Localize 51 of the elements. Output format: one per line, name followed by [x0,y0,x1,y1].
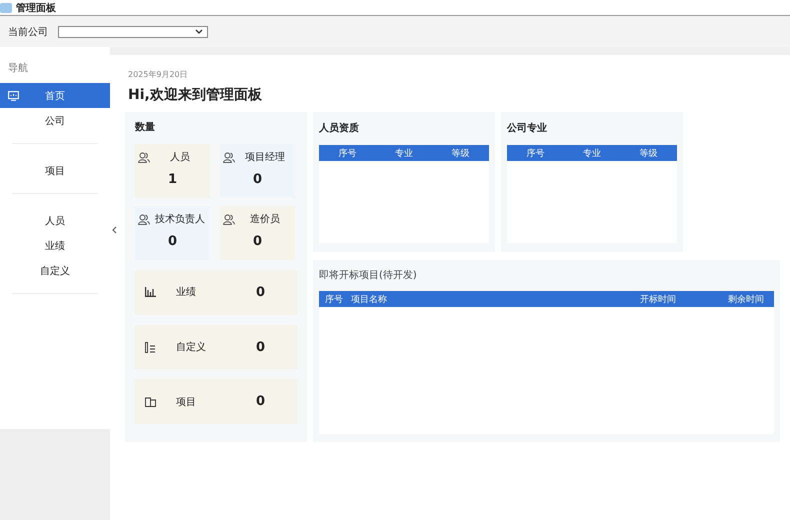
column-header: 等级 [450,148,471,160]
summary-label: 项目 [176,396,197,409]
nav-item[interactable]: 公司 [0,108,110,133]
card-title: 即将开标项目(待开发) [319,268,418,282]
stat-label: 造价员 [249,212,281,226]
stat-label: 人员 [169,151,191,164]
stat-value: 0 [166,234,178,249]
monitor-icon [8,91,19,101]
people-icon [138,152,150,162]
nav-item[interactable]: 项目 [0,158,110,183]
bar-chart-icon [145,287,156,298]
people-icon [223,152,235,162]
stat-label: 技术负责人 [154,212,206,226]
people-icon [138,214,150,224]
book-icon [145,396,156,407]
summary-value: 0 [256,340,266,354]
card-title: 人员资质 [319,122,360,135]
column-header: 项目名称 [351,294,388,306]
greeting-title: Hi,欢迎来到管理面板 [128,86,263,104]
window-title: 管理面板 [16,2,56,14]
column-header: 开标时间 [640,294,677,306]
column-header: 剩余时间 [728,294,765,306]
nav-heading: 导航 [7,62,29,76]
app-icon [0,2,12,12]
collapse-icon[interactable] [112,226,116,234]
nav-item[interactable]: 首页 [0,83,110,108]
nav-item[interactable]: 业绩 [0,233,110,258]
card-title: 数量 [135,120,156,134]
company-dropdown[interactable] [58,26,208,38]
column-header: 序号 [325,294,343,306]
column-header: 专业 [394,148,414,160]
card-title: 公司专业 [507,122,548,135]
summary-value: 0 [256,394,266,410]
column-header: 序号 [337,148,358,160]
column-header: 序号 [525,148,546,160]
company-label: 当前公司 [8,26,48,38]
summary-label: 业绩 [176,286,197,300]
list-icon [145,342,156,352]
column-header: 等级 [638,148,659,160]
people-icon [223,214,235,224]
summary-value: 0 [256,284,266,300]
date-text: 2025年9月20日 [128,69,189,80]
caret-icon [195,29,203,34]
nav-item[interactable]: 人员 [0,208,110,233]
stat-value: 0 [252,172,264,187]
stat-value: 1 [166,172,178,187]
nav-item[interactable]: 自定义 [0,258,110,283]
stat-value: 0 [252,234,264,249]
stat-label: 项目经理 [244,151,286,164]
column-header: 专业 [582,148,602,160]
summary-label: 自定义 [176,340,207,354]
